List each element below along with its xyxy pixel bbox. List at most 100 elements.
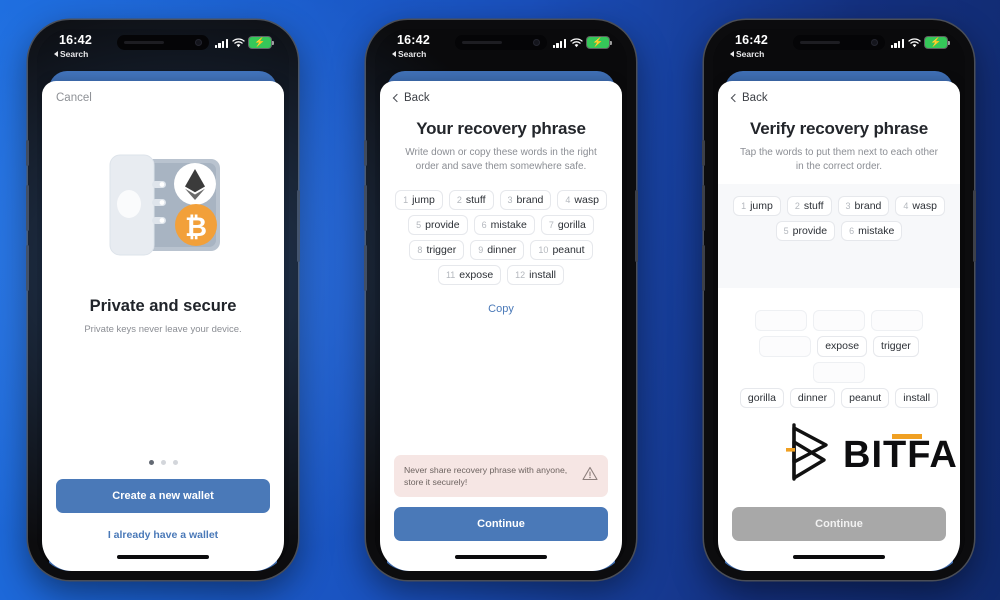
status-back-to-search[interactable]: Search: [54, 49, 88, 59]
volume-up-button[interactable]: [26, 185, 29, 231]
volume-up-button[interactable]: [702, 185, 705, 231]
page-title: Private and secure: [89, 297, 237, 315]
pager-dot-1[interactable]: [148, 460, 154, 465]
word-bank-chip[interactable]: expose: [817, 336, 868, 358]
word-label: wasp: [574, 194, 599, 207]
word-label: install: [529, 269, 557, 282]
word-index: 10: [538, 245, 549, 256]
word-bank-slot-used: [813, 362, 865, 384]
triangle-left-icon: [54, 51, 58, 57]
page-subtitle: Private keys never leave your device.: [84, 324, 242, 335]
copy-button[interactable]: Copy: [394, 303, 608, 315]
back-button[interactable]: Back: [392, 92, 430, 104]
home-indicator[interactable]: [455, 554, 547, 559]
word-chip[interactable]: 2 stuff: [448, 190, 494, 211]
status-back-label: Search: [736, 49, 765, 59]
home-indicator[interactable]: [117, 554, 209, 559]
selected-word-chip[interactable]: 5 provide: [775, 221, 836, 242]
word-chip[interactable]: 6 mistake: [473, 215, 535, 236]
status-indicators: ⚡: [890, 36, 950, 48]
nav-bar: Back: [380, 81, 622, 115]
word-chip[interactable]: 3 brand: [499, 190, 552, 211]
pager-dot-2[interactable]: [160, 460, 166, 465]
triangle-left-icon: [392, 51, 396, 57]
word-bank-slot-used: [871, 310, 923, 332]
status-back-label: Search: [398, 49, 427, 59]
word-chip[interactable]: 9 dinner: [470, 240, 525, 261]
volume-down-button[interactable]: [26, 245, 29, 291]
warning-triangle-icon: [582, 466, 598, 486]
selected-word-chip[interactable]: 6 mistake: [841, 221, 903, 242]
signal-icon: [552, 38, 566, 48]
modal-sheet: Back Your recovery phrase Write down or …: [380, 81, 622, 571]
volume-up-button[interactable]: [364, 185, 367, 231]
power-button[interactable]: [973, 190, 976, 262]
phone-screen: 16:42 Search ⚡: [37, 29, 289, 571]
word-index: 2: [794, 201, 800, 212]
word-chip[interactable]: 8 trigger: [409, 240, 465, 261]
selected-word-chip[interactable]: 2 stuff: [786, 196, 832, 217]
word-chip[interactable]: 5 provide: [408, 215, 468, 236]
cancel-button[interactable]: Cancel: [56, 92, 92, 104]
front-camera-icon: [532, 38, 540, 47]
selected-word-chip[interactable]: 1 jump: [733, 196, 781, 217]
word-chip[interactable]: 4 wasp: [557, 190, 607, 211]
status-time: 16:42: [735, 33, 768, 47]
status-indicators: ⚡: [214, 36, 274, 48]
word-bank-chip[interactable]: trigger: [873, 336, 919, 358]
battery-charging-icon: ⚡: [587, 37, 612, 48]
word-chip[interactable]: 10 peanut: [530, 240, 593, 261]
bitfa-wordmark: BITFA: [843, 433, 958, 474]
word-bank-chip[interactable]: gorilla: [739, 388, 784, 409]
sheet-footer: Continue: [718, 507, 960, 571]
status-back-to-search[interactable]: Search: [392, 49, 426, 59]
nav-bar: Back: [718, 81, 960, 115]
status-back-to-search[interactable]: Search: [730, 49, 764, 59]
home-indicator[interactable]: [793, 554, 885, 559]
word-bank-slot-used: [813, 310, 865, 332]
already-have-wallet-link[interactable]: I already have a wallet: [42, 529, 284, 541]
word-chip[interactable]: 11 expose: [437, 265, 502, 286]
word-bank-chip[interactable]: install: [895, 388, 939, 409]
modal-sheet: Back Verify recovery phrase Tap the word…: [718, 81, 960, 571]
sheet-content: ₿ Private and secure Private keys never …: [42, 115, 284, 460]
word-bank-chip[interactable]: dinner: [789, 388, 836, 409]
word-label: brand: [516, 194, 544, 207]
bitfa-orange-bar-icon: [892, 433, 922, 439]
word-bank-row: expose trigger: [732, 336, 946, 384]
word-index: 4: [903, 201, 909, 212]
volume-down-button[interactable]: [702, 245, 705, 291]
word-index: 1: [741, 201, 747, 212]
volume-down-button[interactable]: [364, 245, 367, 291]
create-new-wallet-button[interactable]: Create a new wallet: [56, 479, 270, 513]
word-label: trigger: [426, 244, 457, 257]
word-chip[interactable]: 1 jump: [395, 190, 443, 211]
battery-charging-icon: ⚡: [249, 37, 274, 48]
power-button[interactable]: [297, 190, 300, 262]
word-chip[interactable]: 12 install: [507, 265, 565, 286]
bitfa-watermark: BITFA: [786, 422, 958, 487]
selected-word-chip[interactable]: 4 wasp: [895, 196, 945, 217]
dynamic-island: [793, 35, 885, 50]
word-index: 9: [478, 245, 484, 256]
selected-words-panel: 1 jump 2 stuff 3 brand 4 wasp 5 provide 6 mist…: [718, 184, 960, 289]
pager-dot-3[interactable]: [172, 460, 178, 465]
word-index: 12: [515, 270, 526, 281]
word-label: install: [903, 392, 931, 405]
warning-banner: Never share recovery phrase with anyone,…: [394, 454, 608, 497]
back-button[interactable]: Back: [730, 92, 768, 104]
power-button[interactable]: [635, 190, 638, 262]
mute-switch[interactable]: [702, 140, 705, 166]
earpiece-speaker-icon: [124, 41, 164, 44]
mute-switch[interactable]: [364, 140, 367, 166]
word-bank-chip[interactable]: peanut: [841, 388, 890, 409]
continue-button[interactable]: Continue: [732, 507, 946, 541]
selected-word-chip[interactable]: 3 brand: [837, 196, 890, 217]
continue-button[interactable]: Continue: [394, 507, 608, 541]
dynamic-island: [455, 35, 547, 50]
page-title: Your recovery phrase: [416, 119, 586, 138]
word-label: peanut: [849, 392, 882, 405]
mute-switch[interactable]: [26, 140, 29, 166]
word-chip[interactable]: 7 gorilla: [540, 215, 594, 236]
battery-charging-icon: ⚡: [925, 37, 950, 48]
